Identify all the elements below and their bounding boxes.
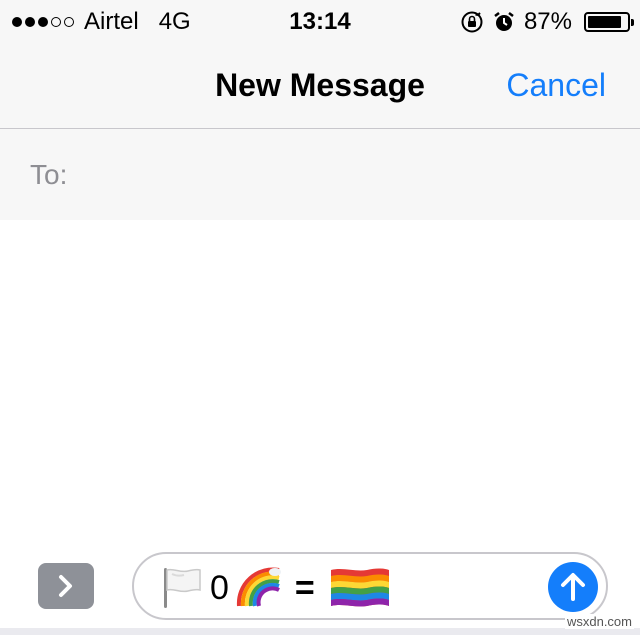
status-right: 87% xyxy=(460,8,634,36)
bottom-divider xyxy=(0,628,640,635)
expand-apps-button[interactable] xyxy=(38,563,94,609)
compose-digit: 0 xyxy=(210,568,229,607)
battery-percent: 87% xyxy=(523,8,572,35)
recipient-input[interactable] xyxy=(90,149,614,201)
message-thread-area xyxy=(0,220,640,550)
battery-icon xyxy=(584,12,634,32)
compose-equals: = xyxy=(294,568,315,607)
status-bar: Airtel 4G 13:14 87% xyxy=(0,0,640,40)
alarm-icon xyxy=(494,12,514,31)
orientation-lock-icon xyxy=(461,11,483,33)
cancel-button[interactable]: Cancel xyxy=(506,67,606,104)
arrow-up-icon xyxy=(561,573,585,601)
send-button[interactable] xyxy=(548,562,598,612)
compose-content: 0 = xyxy=(158,566,391,610)
battery-fill xyxy=(588,16,621,28)
recipient-row: To: xyxy=(0,129,640,220)
watermark: wsxdn.com xyxy=(564,614,634,629)
rainbow-flag-icon xyxy=(330,568,389,607)
chevron-right-icon xyxy=(59,575,72,597)
rainbow-icon xyxy=(236,567,281,607)
navigation-bar: New Message Cancel xyxy=(0,40,640,129)
to-label: To: xyxy=(30,159,68,190)
battery-cap xyxy=(631,19,634,26)
message-compose-field[interactable]: 0 = xyxy=(132,552,608,620)
white-flag-icon xyxy=(164,568,201,608)
